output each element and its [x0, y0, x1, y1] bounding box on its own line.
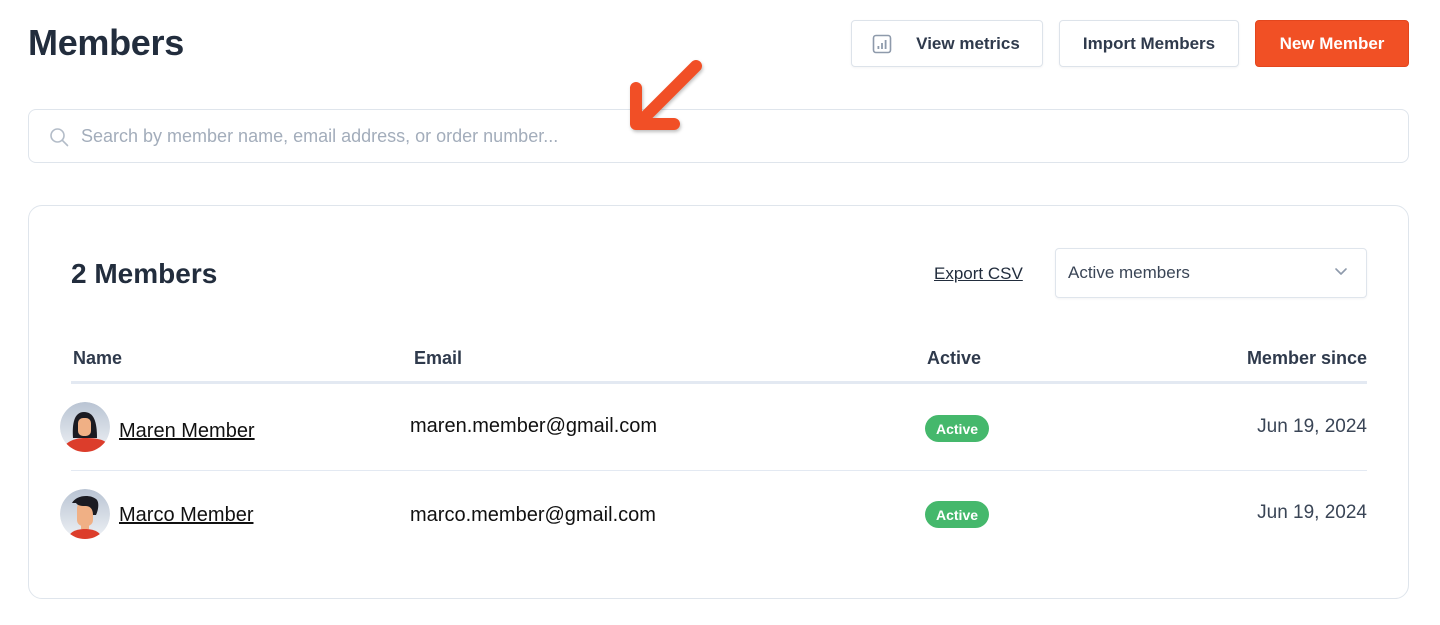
chevron-down-icon — [1335, 268, 1347, 275]
members-card: 2 Members Export CSV Active members Name… — [28, 205, 1409, 599]
member-email: maren.member@gmail.com — [410, 415, 658, 437]
member-email: marco.member@gmail.com — [410, 504, 656, 526]
search-icon — [50, 128, 69, 147]
status-badge: Active — [925, 415, 990, 442]
members-table: Name Email Active Member since Maren Mem… — [60, 334, 1367, 558]
new-member-button[interactable]: New Member — [1255, 20, 1409, 67]
column-header-name[interactable]: Name — [73, 348, 122, 369]
column-header-active[interactable]: Active — [927, 348, 981, 369]
search-bar[interactable] — [28, 109, 1409, 163]
view-metrics-label: View metrics — [916, 33, 1020, 53]
member-filter-select[interactable]: Active members — [1055, 248, 1367, 298]
member-since-date: Jun 19, 2024 — [1257, 416, 1367, 437]
page-title: Members — [28, 22, 184, 63]
search-input[interactable] — [81, 125, 1381, 147]
table-row: Maren Member maren.member@gmail.com Acti… — [60, 384, 1367, 471]
column-header-member-since[interactable]: Member since — [1247, 348, 1367, 369]
table-header: Name Email Active Member since — [71, 334, 1367, 384]
member-name-link[interactable]: Marco Member — [119, 504, 253, 527]
import-members-button[interactable]: Import Members — [1059, 20, 1239, 67]
column-header-email[interactable]: Email — [414, 348, 462, 369]
bar-chart-icon — [872, 34, 892, 54]
female-avatar-icon — [60, 402, 110, 452]
export-csv-link[interactable]: Export CSV — [934, 264, 1023, 284]
arrow-pointer-icon — [630, 60, 702, 130]
male-avatar-icon — [60, 489, 110, 539]
members-count-title: 2 Members — [71, 258, 218, 289]
filter-selected-value: Active members — [1068, 263, 1190, 282]
status-badge: Active — [925, 501, 990, 528]
view-metrics-button[interactable]: View metrics — [851, 20, 1043, 67]
member-since-date: Jun 19, 2024 — [1257, 502, 1367, 523]
member-name-link[interactable]: Maren Member — [119, 420, 255, 443]
table-row: Marco Member marco.member@gmail.com Acti… — [60, 471, 1367, 558]
